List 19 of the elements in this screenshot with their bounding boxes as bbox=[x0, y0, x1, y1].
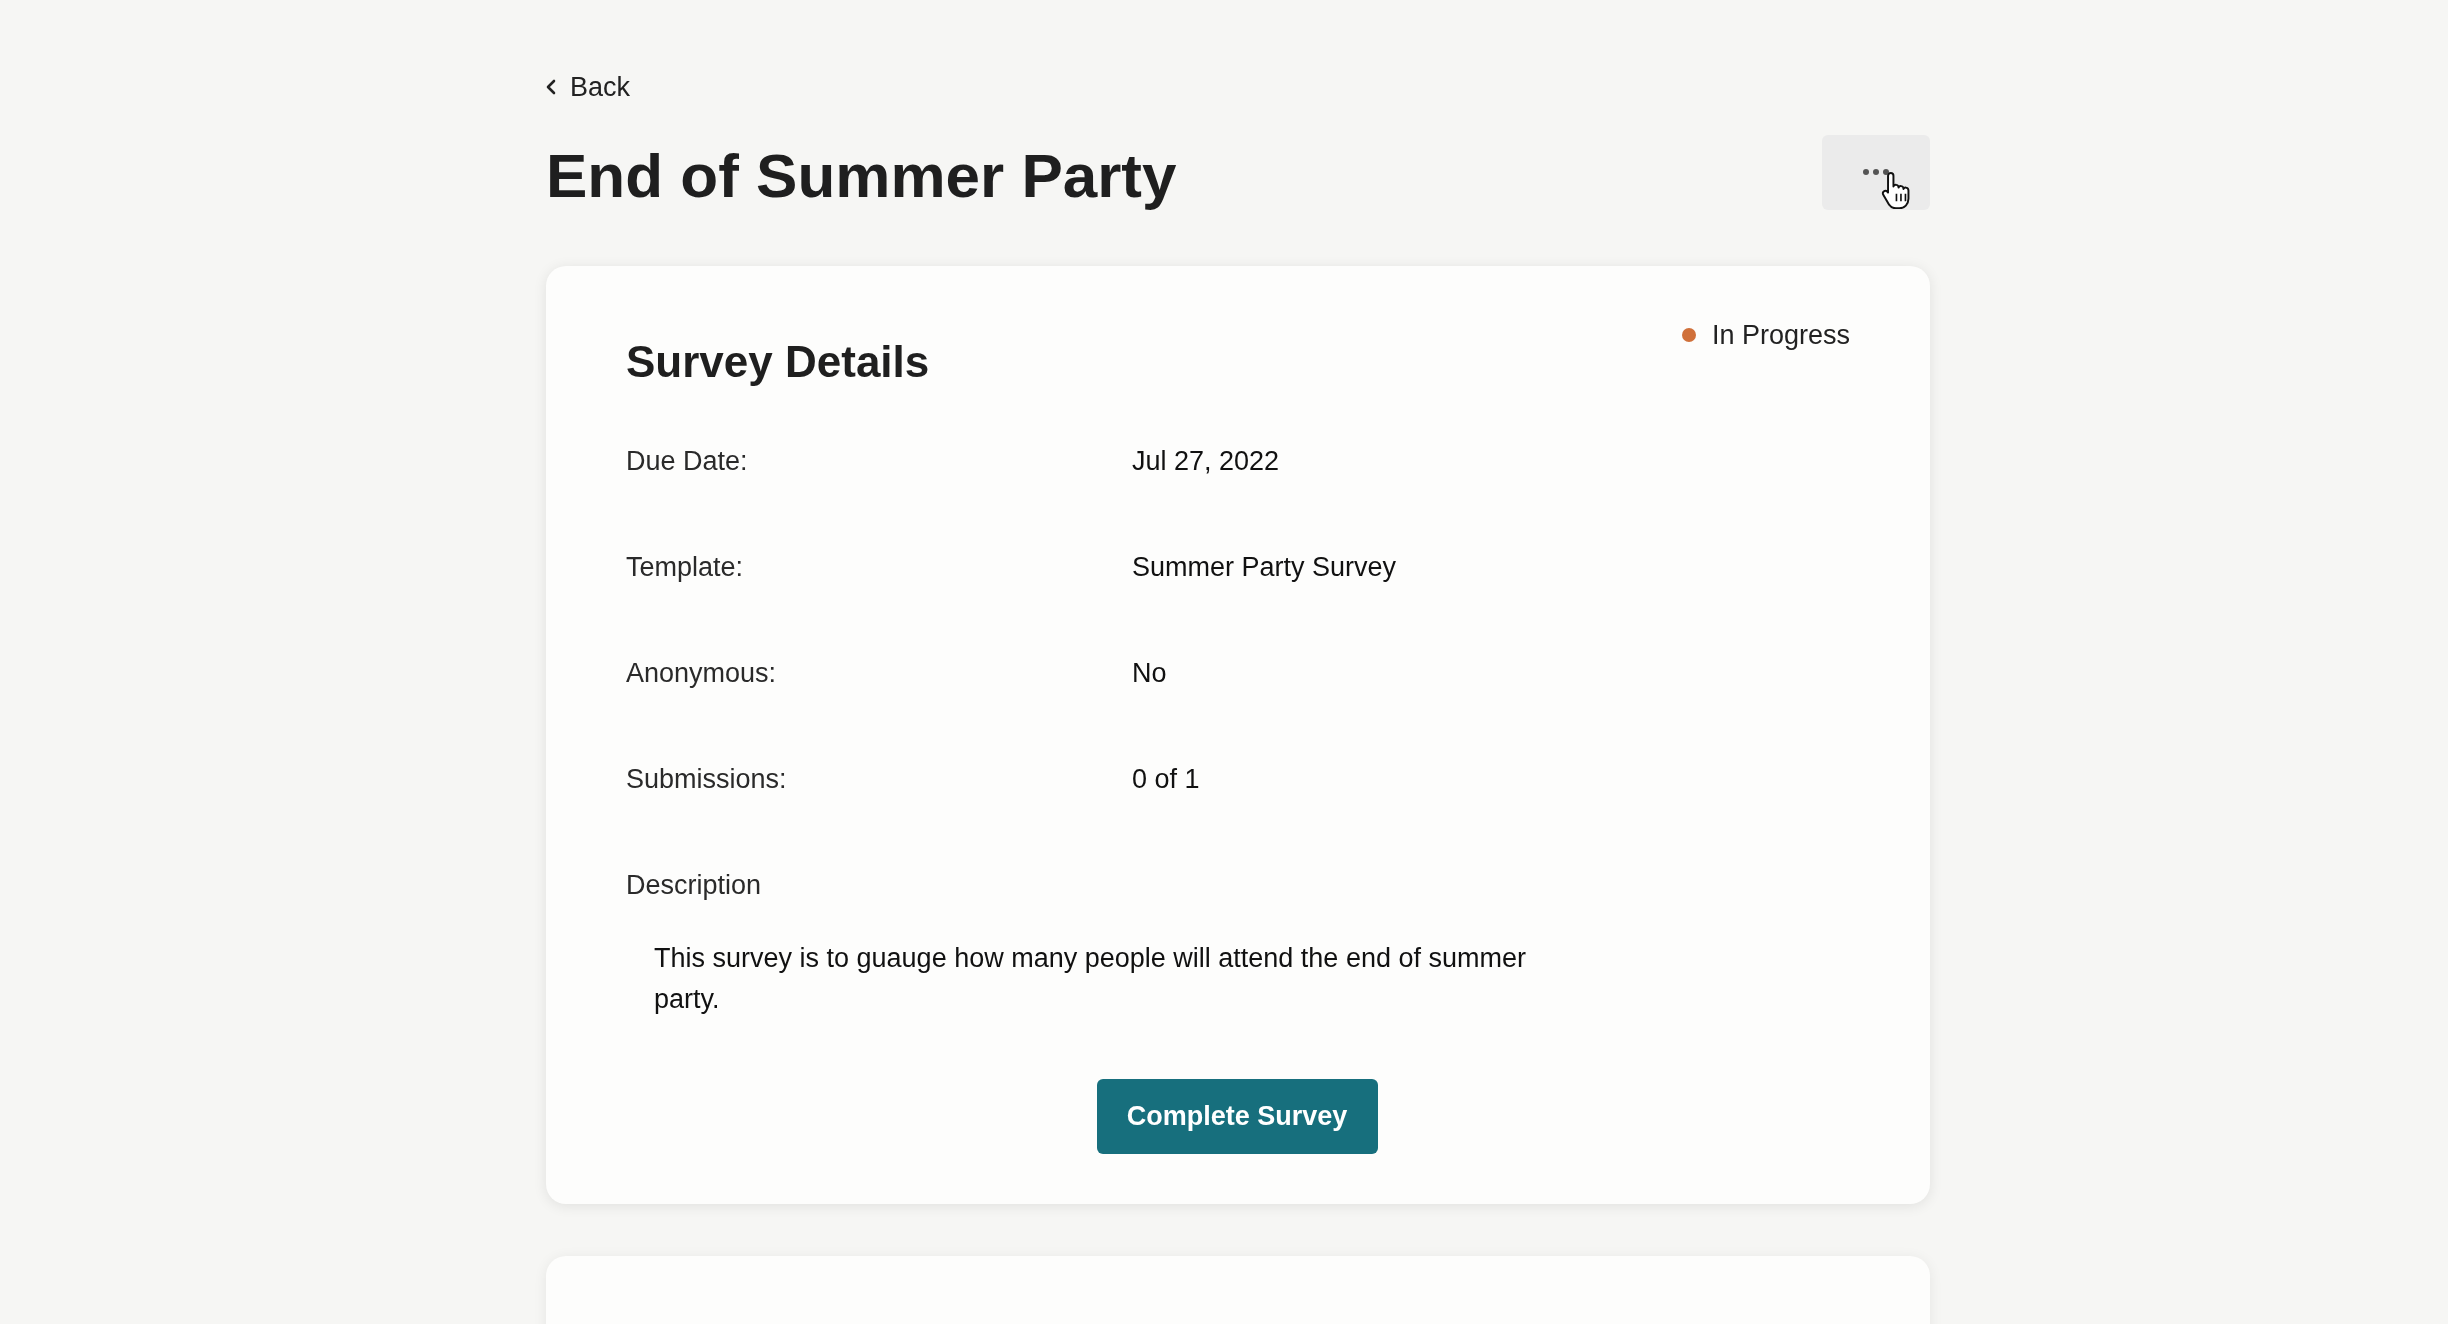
field-value: 0 of 1 bbox=[1132, 763, 1200, 795]
field-value: No bbox=[1132, 657, 1167, 689]
more-options-button[interactable] bbox=[1822, 134, 1930, 210]
field-value: Jul 27, 2022 bbox=[1132, 445, 1280, 477]
status-label: In Progress bbox=[1711, 319, 1850, 352]
field-label: Anonymous: bbox=[626, 657, 778, 689]
hand-cursor-icon bbox=[1881, 170, 1911, 209]
page-title: End of Summer Party bbox=[546, 140, 1177, 212]
field-label: Due Date: bbox=[626, 445, 749, 477]
back-link[interactable]: Back bbox=[546, 70, 631, 104]
description-text: This survey is to guauge how many people will attend the end of summer party. bbox=[653, 942, 1527, 1016]
description-label: Description bbox=[626, 869, 763, 901]
more-icon bbox=[1863, 169, 1889, 175]
field-value: Summer Party Survey bbox=[1132, 551, 1397, 583]
field-label: Template: bbox=[626, 551, 745, 583]
chevron-left-icon bbox=[546, 79, 556, 95]
card-title: Survey Details bbox=[626, 336, 930, 388]
complete-survey-button[interactable]: Complete Survey bbox=[1096, 1079, 1378, 1154]
field-label: Submissions: bbox=[626, 763, 788, 795]
